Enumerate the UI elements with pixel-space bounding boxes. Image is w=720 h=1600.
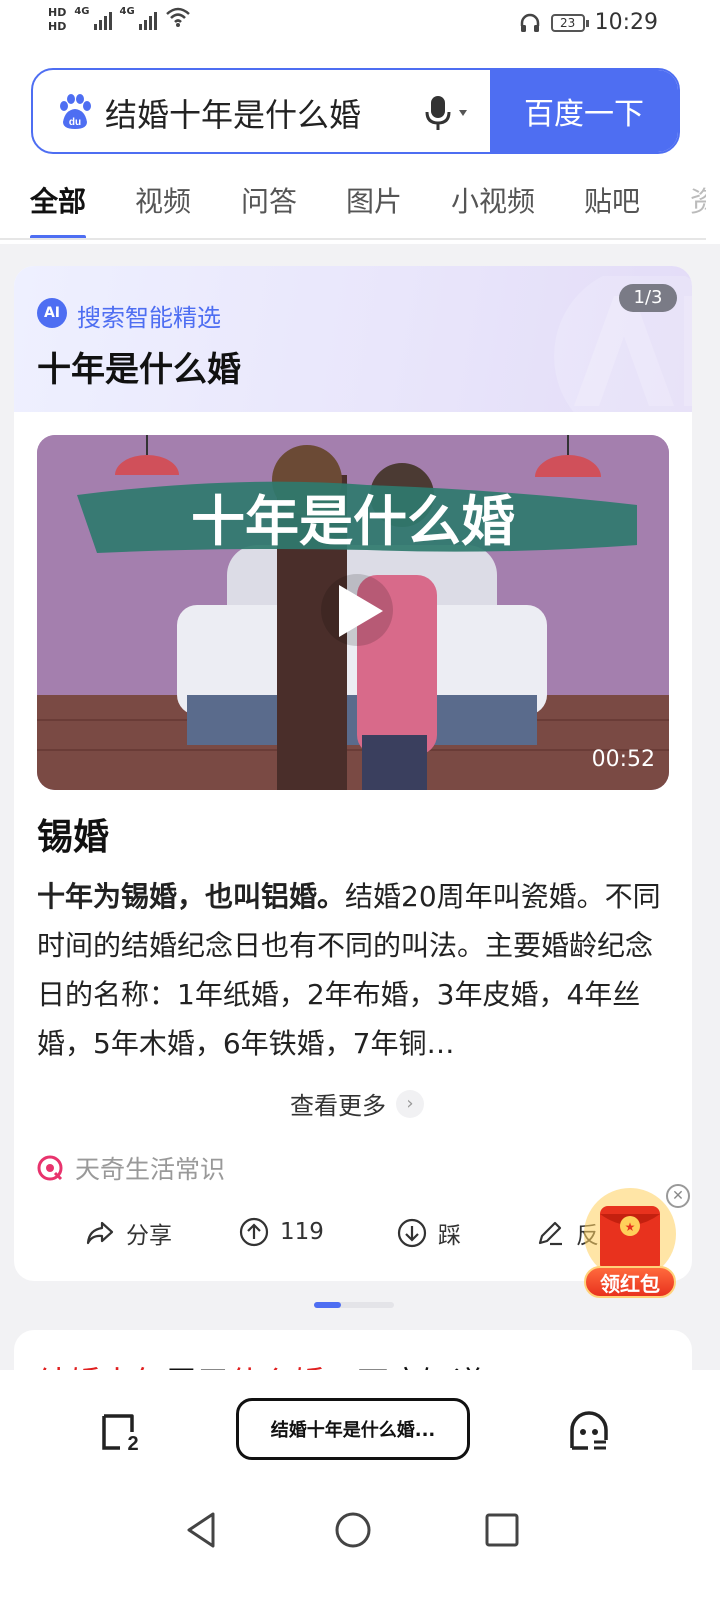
battery-indicator: 23	[550, 13, 589, 32]
share-label: 分享	[126, 1223, 172, 1249]
query-pill[interactable]: 结婚十年是什么婚...	[236, 1398, 470, 1460]
close-red-packet-icon[interactable]: ✕	[666, 1184, 690, 1208]
source-name: 天奇生活常识	[75, 1155, 226, 1184]
tab-tieba[interactable]: 贴吧	[584, 180, 640, 220]
baidu-paw-icon: du	[60, 94, 91, 129]
tabs-divider	[0, 238, 706, 240]
clock: 10:29	[594, 10, 658, 35]
pencil-icon	[538, 1221, 562, 1246]
search-tabs: 全部 视频 问答 图片 小视频 贴吧 资	[0, 180, 720, 240]
hd-label-1: HD	[48, 6, 67, 19]
down-arrow-icon	[397, 1218, 427, 1248]
svg-text:du: du	[69, 117, 81, 128]
network-indicators: HD HD 4G 4G	[48, 6, 191, 34]
view-more-button[interactable]: 查看更多 ›	[290, 1086, 424, 1121]
headphones-icon	[520, 13, 539, 32]
carousel-indicator	[314, 1302, 394, 1308]
svg-text:★: ★	[625, 1220, 636, 1234]
search-box[interactable]: du 结婚十年是什么婚 百度一下	[31, 68, 680, 154]
chevron-right-icon: ›	[396, 1089, 424, 1118]
thumbs-up-arrow-icon	[239, 1217, 269, 1247]
hd-label-2: HD	[48, 20, 67, 33]
tab-count: 2	[127, 1433, 138, 1454]
red-packet-label[interactable]: 领红包	[584, 1266, 676, 1298]
tab-all[interactable]: 全部	[30, 180, 86, 220]
signal-icon-2: 4G	[120, 6, 157, 30]
answer-text: 十年为锡婚，也叫铝婚。结婚20周年叫瓷婚。不同时间的结婚纪念日也有不同的叫法。主…	[37, 872, 669, 1068]
video-thumbnail: 十年是什么婚	[37, 435, 669, 790]
answer-lead: 十年为锡婚，也叫铝婚。	[37, 880, 346, 913]
wifi-icon	[165, 7, 190, 27]
video-player[interactable]: 十年是什么婚 00:52	[37, 435, 669, 790]
back-nav-icon[interactable]	[183, 1510, 223, 1550]
status-bar: HD HD 4G 4G 23 10:29	[0, 0, 720, 50]
network-type-2: 4G	[119, 6, 135, 17]
ai-card-title: 十年是什么婚	[37, 350, 241, 390]
tab-short-video[interactable]: 小视频	[451, 180, 535, 220]
hd-indicator: HD HD	[48, 6, 66, 34]
network-type-1: 4G	[74, 6, 90, 17]
tab-video[interactable]: 视频	[135, 180, 191, 220]
source-attribution[interactable]: 天奇生活常识	[37, 1150, 225, 1186]
share-button[interactable]: 分享	[84, 1216, 172, 1250]
assistant-icon[interactable]	[566, 1410, 612, 1454]
home-nav-icon[interactable]	[333, 1510, 373, 1550]
card-pager: 1/3	[619, 284, 677, 312]
answer-title: 锡婚	[37, 817, 110, 858]
tab-images[interactable]: 图片	[346, 180, 402, 220]
tab-more-cut[interactable]: 资	[690, 180, 706, 220]
system-nav-bar	[0, 1490, 720, 1600]
source-logo-icon	[37, 1155, 63, 1181]
view-more-label: 查看更多	[290, 1092, 386, 1120]
ai-label: 搜索智能精选	[77, 304, 221, 332]
downvote-label: 踩	[438, 1223, 461, 1249]
ai-card-header: AI 搜索智能精选 十年是什么婚 1/3	[14, 266, 692, 416]
bottom-toolbar: 2 结婚十年是什么婚...	[0, 1370, 720, 1490]
tabs-count-icon[interactable]: 2	[98, 1410, 142, 1454]
upvote-button[interactable]: 119	[238, 1216, 324, 1248]
status-right: 23 10:29	[519, 10, 658, 35]
voice-input-icon[interactable]	[419, 90, 479, 134]
tab-qa[interactable]: 问答	[241, 180, 297, 220]
search-button[interactable]: 百度一下	[490, 70, 678, 152]
ai-badge-icon: AI	[37, 298, 67, 328]
video-duration: 00:52	[591, 747, 655, 772]
ai-answer-card: AI 搜索智能精选 十年是什么婚 1/3 十年是什么婚 00:52 锡婚 十年为…	[14, 266, 692, 1281]
search-input[interactable]: 结婚十年是什么婚	[105, 90, 361, 136]
recents-nav-icon[interactable]	[482, 1510, 522, 1550]
share-icon	[86, 1221, 114, 1245]
upvote-count: 119	[280, 1219, 324, 1245]
signal-icon: 4G	[74, 6, 112, 30]
downvote-button[interactable]: 踩	[396, 1216, 461, 1250]
video-caption: 十年是什么婚	[191, 489, 515, 553]
